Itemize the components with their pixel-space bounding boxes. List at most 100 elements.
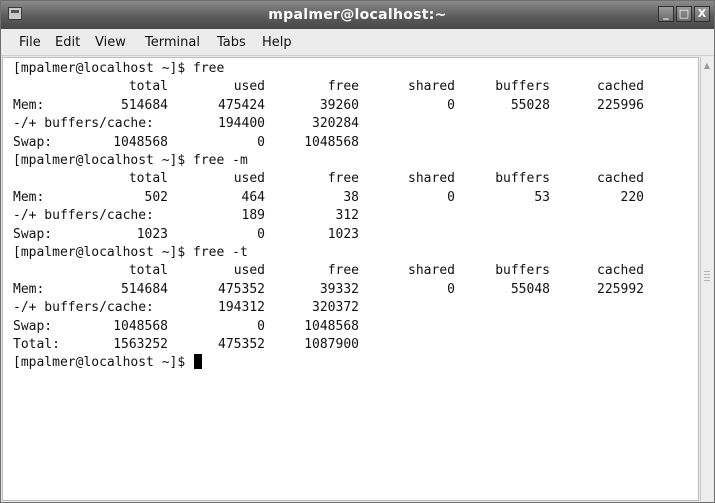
minimize-button[interactable]: _ [658, 6, 674, 22]
column-header: buffers [495, 171, 550, 187]
column-header: used [233, 79, 265, 95]
cell-value: 1048568 [113, 318, 168, 334]
command-text: free -t [193, 245, 248, 260]
row-label: Swap: [13, 226, 53, 242]
menu-tabs[interactable]: Tabs [217, 35, 246, 50]
buffers-cache-row: -/+ buffers/cache: 194400 320284 [13, 115, 693, 133]
column-header: used [233, 171, 265, 187]
mem-row: Mem: 514684 475352 39332 0 55048 225992 [13, 281, 693, 299]
prompt-line: [mpalmer@localhost ~]$ [13, 354, 693, 372]
cell-value: 320284 [312, 116, 359, 132]
cell-value: 312 [335, 208, 359, 224]
cell-value: 0 [257, 318, 265, 334]
cell-value: 0 [257, 226, 265, 242]
column-header: total [128, 263, 168, 279]
close-button[interactable]: X [694, 6, 710, 22]
column-header: free [327, 79, 359, 95]
buffers-cache-row: -/+ buffers/cache: 194312 320372 [13, 299, 693, 317]
scroll-up-arrow-icon[interactable]: ▲ [702, 61, 712, 71]
row-label: -/+ buffers/cache: [13, 300, 154, 316]
cell-value: 464 [241, 189, 265, 205]
cell-value: 225992 [597, 281, 644, 297]
scroll-thumb-grip[interactable] [704, 271, 710, 281]
cell-value: 320372 [312, 300, 359, 316]
swap-row: Swap: 1048568 0 1048568 [13, 318, 693, 336]
cell-value: 1023 [136, 226, 168, 242]
row-label: -/+ buffers/cache: [13, 116, 154, 132]
menu-bar: File Edit View Terminal Tabs Help [1, 29, 714, 56]
column-header: buffers [495, 79, 550, 95]
buffers-cache-row: -/+ buffers/cache: 189 312 [13, 207, 693, 225]
cell-value: 225996 [597, 97, 644, 113]
column-header: used [233, 263, 265, 279]
row-label: Mem: [13, 97, 45, 113]
column-header-row: total used free shared buffers cached [13, 78, 693, 96]
swap-row: Swap: 1023 0 1023 [13, 226, 693, 244]
vertical-scrollbar[interactable]: ▲ [700, 57, 713, 501]
column-header: free [327, 171, 359, 187]
prompt-line: [mpalmer@localhost ~]$ free [13, 60, 693, 78]
column-header: total [128, 79, 168, 95]
cell-value: 194312 [218, 300, 265, 316]
total-row: Total: 1563252 475352 1087900 [13, 336, 693, 354]
text-cursor [194, 354, 203, 370]
row-label: Swap: [13, 318, 53, 334]
column-header: shared [408, 171, 455, 187]
column-header: total [128, 171, 168, 187]
terminal-output[interactable]: [mpalmer@localhost ~]$ free total used free… [2, 57, 699, 501]
cell-value: 475424 [218, 97, 265, 113]
maximize-button[interactable]: □ [676, 6, 692, 22]
cell-value: 1048568 [304, 134, 359, 150]
cell-value: 1048568 [304, 318, 359, 334]
shell-prompt: [mpalmer@localhost ~]$ [13, 153, 186, 168]
cell-value: 39260 [319, 97, 359, 113]
prompt-line: [mpalmer@localhost ~]$ free -m [13, 152, 693, 170]
column-header: shared [408, 263, 455, 279]
cell-value: 55048 [510, 281, 550, 297]
column-header: cached [597, 263, 644, 279]
cell-value: 475352 [218, 281, 265, 297]
title-bar[interactable]: mpalmer@localhost:~ _ □ X [1, 1, 714, 29]
command-text: free -m [193, 153, 248, 168]
cell-value: 38 [343, 189, 359, 205]
swap-row: Swap: 1048568 0 1048568 [13, 134, 693, 152]
menu-terminal[interactable]: Terminal [145, 35, 200, 50]
mem-row: Mem: 502 464 38 0 53 220 [13, 189, 693, 207]
cell-value: 55028 [510, 97, 550, 113]
menu-edit[interactable]: Edit [55, 35, 80, 50]
window-title: mpalmer@localhost:~ [268, 7, 447, 23]
cell-value: 1023 [327, 226, 359, 242]
column-header: cached [597, 171, 644, 187]
cell-value: 39332 [319, 281, 359, 297]
command-text: free [193, 61, 225, 76]
cell-value: 475352 [218, 337, 265, 352]
cell-value: 502 [144, 189, 168, 205]
menu-view[interactable]: View [95, 35, 126, 50]
row-label: -/+ buffers/cache: [13, 208, 154, 224]
cell-value: 0 [447, 189, 455, 205]
cell-value: 0 [257, 134, 265, 150]
cell-value: 1087900 [304, 337, 359, 352]
cell-value: 194400 [218, 116, 265, 132]
cell-value: 1048568 [113, 134, 168, 150]
cell-value: 1563252 [113, 337, 168, 352]
column-header: free [327, 263, 359, 279]
cell-value: 53 [534, 189, 550, 205]
menu-help[interactable]: Help [262, 35, 292, 50]
column-header: shared [408, 79, 455, 95]
cell-value: 189 [241, 208, 265, 224]
cell-value: 514684 [121, 97, 168, 113]
column-header: buffers [495, 263, 550, 279]
menu-file[interactable]: File [19, 35, 41, 50]
prompt-line: [mpalmer@localhost ~]$ free -t [13, 244, 693, 262]
shell-prompt: [mpalmer@localhost ~]$ [13, 355, 186, 371]
shell-prompt: [mpalmer@localhost ~]$ [13, 245, 186, 260]
terminal-window: mpalmer@localhost:~ _ □ X File Edit View… [0, 0, 715, 503]
column-header: cached [597, 79, 644, 95]
shell-prompt: [mpalmer@localhost ~]$ [13, 61, 186, 76]
cell-value: 514684 [121, 281, 168, 297]
cell-value: 0 [447, 97, 455, 113]
cell-value: 0 [447, 281, 455, 297]
column-header-row: total used free shared buffers cached [13, 170, 693, 188]
column-header-row: total used free shared buffers cached [13, 262, 693, 280]
